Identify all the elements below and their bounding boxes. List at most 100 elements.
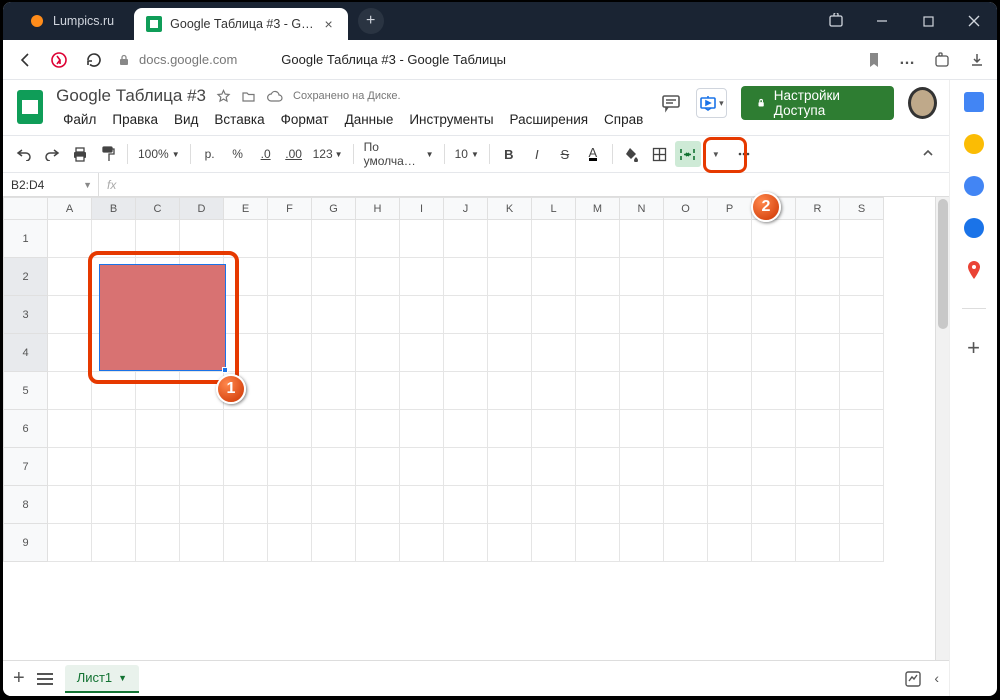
row-header[interactable]: 6 [4,410,48,448]
more-button[interactable]: … [899,51,915,69]
menu-extensions[interactable]: Расширения [503,108,596,131]
col-header[interactable]: P [708,198,752,220]
col-header[interactable]: G [312,198,356,220]
row-header[interactable]: 3 [4,296,48,334]
text-color-button[interactable]: A [580,141,606,167]
sheets-logo-icon[interactable] [13,86,46,128]
tab-close-button[interactable]: × [322,17,336,31]
bold-button[interactable]: B [496,141,522,167]
window-maximize-button[interactable] [905,2,951,40]
url-display[interactable]: docs.google.com [117,52,237,67]
col-header[interactable]: R [796,198,840,220]
strikethrough-button[interactable]: S [552,141,578,167]
document-title[interactable]: Google Таблица #3 [56,86,206,106]
row-header[interactable]: 8 [4,486,48,524]
menu-help[interactable]: Справ [597,108,650,131]
col-header[interactable]: H [356,198,400,220]
selection-handle[interactable] [222,367,228,373]
menu-format[interactable]: Формат [274,108,336,131]
nav-reload-button[interactable] [83,50,103,70]
select-all-corner[interactable] [4,198,48,220]
calendar-icon[interactable] [964,92,984,112]
downloads-icon[interactable] [969,52,985,68]
print-button[interactable] [67,141,93,167]
menu-edit[interactable]: Правка [105,108,165,131]
star-icon[interactable] [216,89,231,104]
decrease-decimal-button[interactable]: .0 [253,141,279,167]
cloud-icon[interactable] [266,90,283,103]
new-tab-button[interactable]: + [358,8,384,34]
browser-tab-inactive[interactable]: Lumpics.ru [3,2,134,40]
row-header[interactable]: 5 [4,372,48,410]
browser-tab-active[interactable]: Google Таблица #3 - G… × [134,8,348,40]
col-header[interactable]: B [92,198,136,220]
annotation-highlight [703,137,747,173]
maps-icon[interactable] [964,260,984,280]
bookmark-icon[interactable] [867,52,881,68]
window-close-button[interactable] [951,2,997,40]
col-header[interactable]: J [444,198,488,220]
sheet-tab-active[interactable]: Лист1▼ [65,665,139,693]
spreadsheet-grid[interactable]: A B C D E F G H I J K L M [3,197,935,660]
col-header[interactable]: S [840,198,884,220]
name-box[interactable]: B2:D4▼ [3,173,99,196]
col-header[interactable]: N [620,198,664,220]
col-header[interactable]: I [400,198,444,220]
redo-button[interactable] [39,141,65,167]
tasks-icon[interactable] [964,176,984,196]
keep-icon[interactable] [964,134,984,154]
zoom-select[interactable]: 100% ▼ [134,141,184,167]
move-icon[interactable] [241,89,256,104]
contacts-icon[interactable] [964,218,984,238]
add-addon-button[interactable]: + [967,335,980,361]
col-header[interactable]: E [224,198,268,220]
present-button[interactable]: ▾ [696,88,726,118]
col-header[interactable]: F [268,198,312,220]
row-header[interactable]: 7 [4,448,48,486]
number-format-button[interactable]: 123▼ [309,141,347,167]
menu-tools[interactable]: Инструменты [402,108,500,131]
merge-cells-button[interactable] [675,141,701,167]
menu-insert[interactable]: Вставка [207,108,271,131]
fill-color-button[interactable] [619,141,645,167]
vertical-scrollbar[interactable] [935,197,949,660]
chevron-left-icon[interactable]: ‹ [934,670,939,688]
col-header[interactable]: D [180,198,224,220]
col-header[interactable]: A [48,198,92,220]
comments-icon[interactable] [660,92,682,114]
window-minimize-button[interactable] [859,2,905,40]
borders-button[interactable] [647,141,673,167]
col-header[interactable]: C [136,198,180,220]
tab-search-icon[interactable] [813,2,859,40]
percent-button[interactable]: % [225,141,251,167]
row-header[interactable]: 2 [4,258,48,296]
add-sheet-button[interactable]: + [13,667,25,690]
collapse-toolbar-button[interactable] [915,141,941,167]
currency-button[interactable]: р. [197,141,223,167]
all-sheets-button[interactable] [37,673,53,685]
row-header[interactable]: 1 [4,220,48,258]
col-header[interactable]: O [664,198,708,220]
explore-button[interactable] [904,670,922,688]
col-header[interactable]: K [488,198,532,220]
share-button[interactable]: Настройки Доступа [741,86,895,120]
yandex-home-icon[interactable] [49,50,69,70]
col-header[interactable]: L [532,198,576,220]
italic-button[interactable]: I [524,141,550,167]
menu-data[interactable]: Данные [338,108,401,131]
selected-merged-cell[interactable] [99,264,226,371]
col-header[interactable]: M [576,198,620,220]
account-avatar[interactable] [908,87,937,119]
row-header[interactable]: 4 [4,334,48,372]
paint-format-button[interactable] [95,141,121,167]
font-select[interactable]: По умолча…▼ [360,141,438,167]
increase-decimal-button[interactable]: .00 [281,141,307,167]
row-header[interactable]: 9 [4,524,48,562]
menu-file[interactable]: Файл [56,108,103,131]
saved-status: Сохранено на Диске. [293,90,401,102]
fontsize-select[interactable]: 10 ▼ [451,141,483,167]
nav-back-button[interactable] [15,50,35,70]
undo-button[interactable] [11,141,37,167]
menu-view[interactable]: Вид [167,108,205,131]
extensions-icon[interactable] [933,51,951,69]
